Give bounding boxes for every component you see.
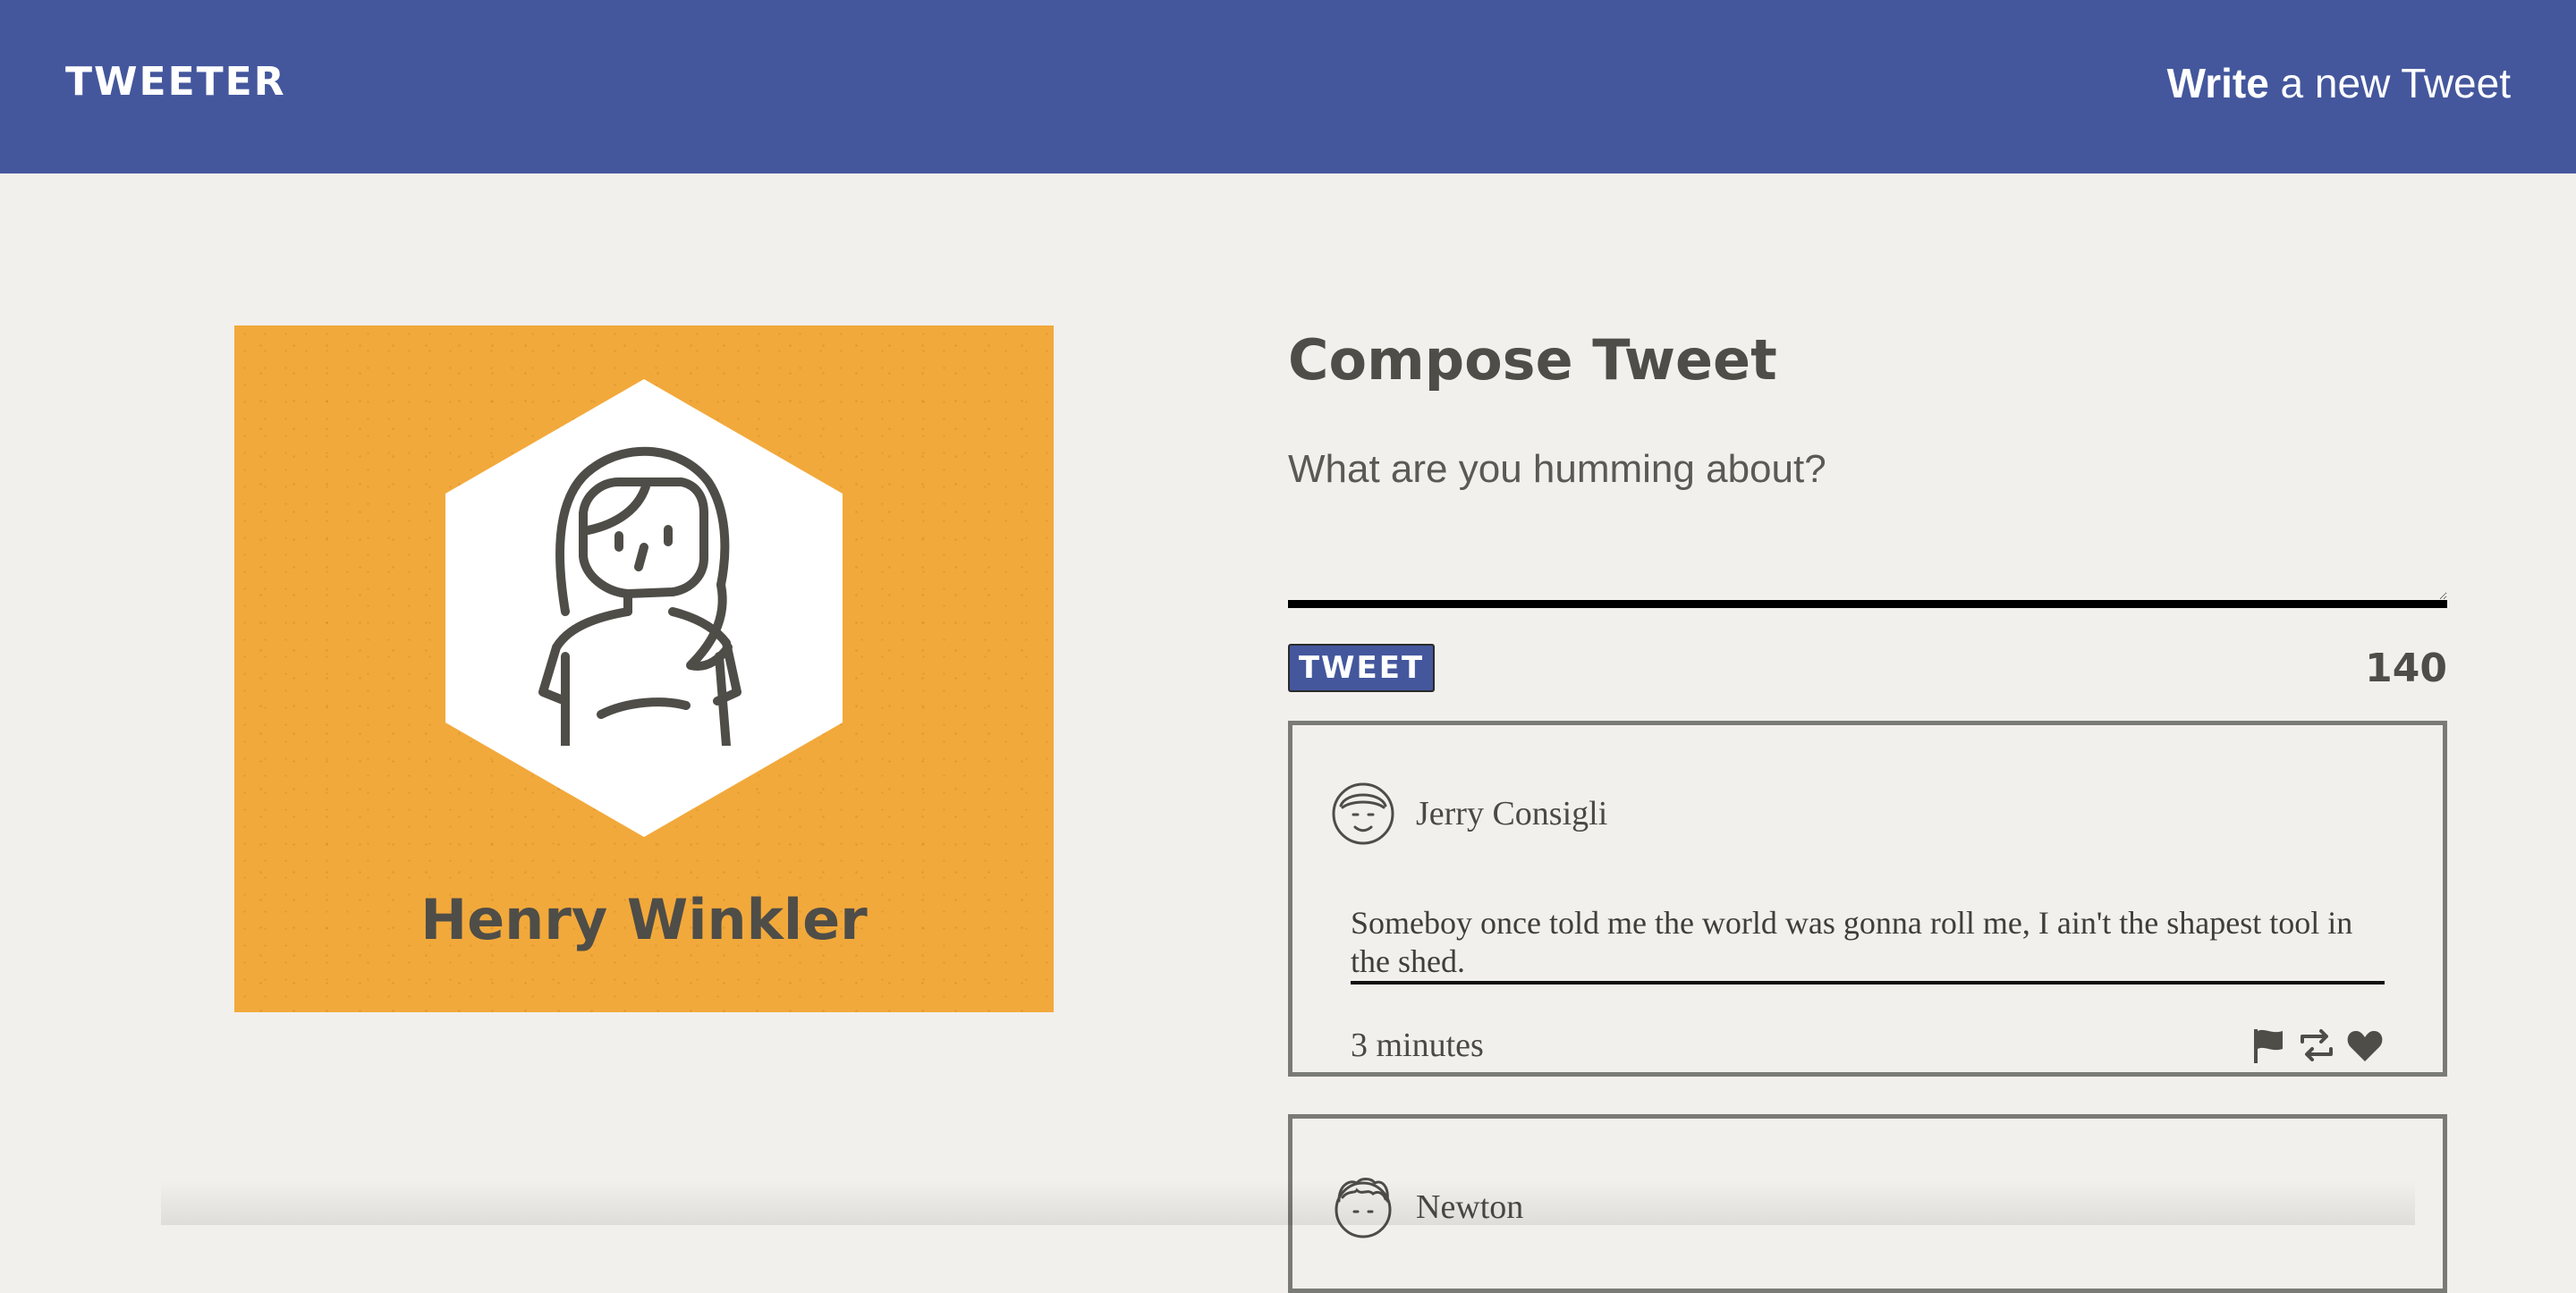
retweet-icon[interactable] bbox=[2297, 1026, 2336, 1065]
tweet-actions bbox=[2249, 1026, 2385, 1065]
profile-card: Henry Winkler bbox=[234, 325, 1054, 1012]
tweet-button[interactable]: TWEET bbox=[1288, 644, 1435, 692]
user-avatar-icon bbox=[538, 446, 741, 746]
user-face-icon bbox=[1335, 1178, 1392, 1238]
user-face-icon bbox=[1332, 782, 1394, 845]
compose-title: Compose Tweet bbox=[1288, 327, 1777, 393]
flag-icon[interactable] bbox=[2249, 1026, 2288, 1065]
write-new-tweet-link-rest: a new Tweet bbox=[2268, 60, 2511, 106]
tweet-author-name[interactable]: Jerry Consigli bbox=[1416, 794, 1607, 833]
char-counter: 140 bbox=[2365, 646, 2447, 691]
tweet-header: Jerry Consigli bbox=[1330, 781, 1607, 847]
profile-name: Henry Winkler bbox=[420, 887, 868, 952]
compose-section: Compose Tweet TWEET 140 Jerry Consigli S… bbox=[1288, 325, 2447, 1293]
top-navbar: TWEETER Write a new Tweet bbox=[0, 0, 2576, 173]
tweet-input[interactable] bbox=[1288, 447, 2447, 608]
tweet-card: Jerry Consigli Someboy once told me the … bbox=[1288, 721, 2447, 1077]
heart-icon[interactable] bbox=[2345, 1026, 2385, 1065]
tweet-author-name[interactable]: Newton bbox=[1416, 1187, 1523, 1227]
write-new-tweet-link-bold: Write bbox=[2166, 60, 2269, 106]
tweet-card: Newton bbox=[1288, 1114, 2447, 1293]
tweet-footer: 3 minutes bbox=[1351, 1026, 2385, 1065]
write-new-tweet-link[interactable]: Write a new Tweet bbox=[2167, 59, 2511, 107]
tweet-header: Newton bbox=[1330, 1174, 1523, 1240]
tweet-content: Someboy once told me the world was gonna… bbox=[1351, 904, 2385, 985]
brand-logo[interactable]: TWEETER bbox=[65, 59, 286, 105]
tweet-timestamp: 3 minutes bbox=[1351, 1027, 1484, 1064]
